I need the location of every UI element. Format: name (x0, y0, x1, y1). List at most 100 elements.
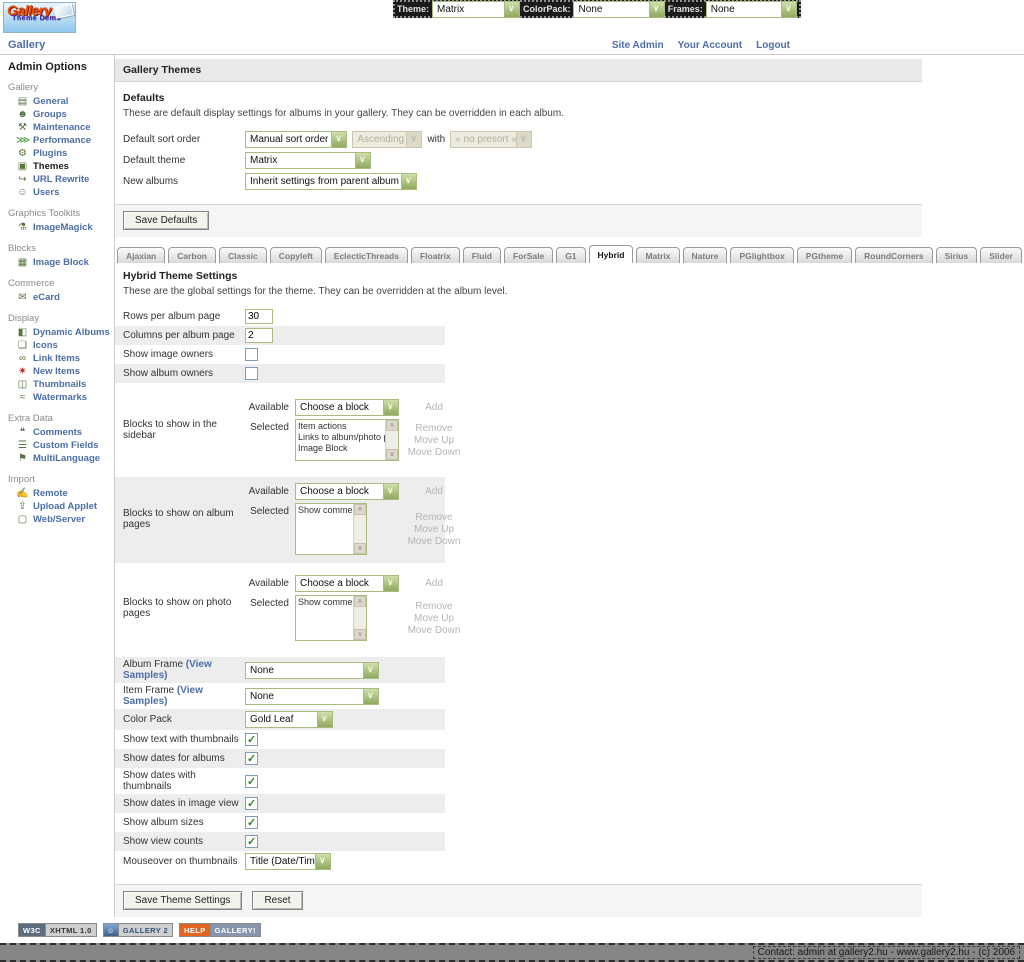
album-selected-listbox[interactable]: Show comments ∧∨ (295, 503, 367, 555)
sidebar-item-dynamic-albums[interactable]: ◧Dynamic Albums (8, 326, 114, 339)
photo-selected-listbox[interactable]: Show comments ∧∨ (295, 595, 367, 641)
show-text-thumbnails-checkbox[interactable] (245, 733, 258, 746)
sidebar-item-web-server[interactable]: ▢Web/Server (8, 513, 114, 526)
sidebar-item-watermarks[interactable]: ≈Watermarks (8, 391, 114, 404)
tab-g1[interactable]: G1 (556, 247, 585, 263)
show-album-sizes-checkbox[interactable] (245, 816, 258, 829)
defaults-button-strip: Save Defaults (115, 204, 922, 237)
defaults-title: Defaults (123, 92, 922, 104)
tab-sirius[interactable]: Sirius (936, 247, 978, 263)
tab-ajaxian[interactable]: Ajaxian (117, 247, 165, 263)
show-album-owners-checkbox[interactable] (245, 367, 258, 380)
tab-slider[interactable]: Slider (980, 247, 1022, 263)
tab-floatrix[interactable]: Floatrix (411, 247, 460, 263)
item-frame-select[interactable]: None (245, 688, 379, 705)
tab-matrix[interactable]: Matrix (636, 247, 679, 263)
sidebar-item-icons[interactable]: ❏Icons (8, 339, 114, 352)
show-dates-image-view-checkbox[interactable] (245, 797, 258, 810)
save-defaults-button[interactable]: Save Defaults (123, 211, 209, 230)
sidebar-item-themes[interactable]: ▣Themes (8, 160, 114, 173)
presort-select: « no presort » (450, 131, 532, 148)
cols-per-page-input[interactable] (245, 328, 273, 343)
your-account-link[interactable]: Your Account (678, 40, 742, 51)
sidebar-item-upload-applet[interactable]: ⇪Upload Applet (8, 500, 114, 513)
show-image-owners-checkbox[interactable] (245, 348, 258, 361)
show-album-sizes-row: Show album sizes (115, 813, 445, 832)
mouseover-thumbnails-select[interactable]: Title (Date/Time) (245, 853, 331, 870)
plugins-icon: ⚙ (16, 148, 29, 159)
sidebar-item-general[interactable]: ▤General (8, 95, 114, 108)
default-theme-row: Default theme Matrix (115, 150, 445, 171)
album-frame-select[interactable]: None (245, 662, 379, 679)
listbox-scrollbar[interactable]: ∧∨ (385, 420, 398, 460)
scroll-up-icon[interactable]: ∧ (354, 504, 366, 515)
sidebar-item-new-items[interactable]: ✷New Items (8, 365, 114, 378)
scroll-down-icon[interactable]: ∨ (386, 449, 398, 460)
album-frame-row: Album Frame (View Samples) None (115, 657, 445, 683)
contact-link[interactable]: Contact: admin at gallery2.hu - www.gall… (753, 946, 1020, 959)
sidebar-item-imagemagick[interactable]: ⚗ImageMagick (8, 221, 114, 234)
default-theme-select[interactable]: Matrix (245, 152, 371, 169)
sidebar-item-groups[interactable]: ☻Groups (8, 108, 114, 121)
tab-copyleft[interactable]: Copyleft (270, 247, 322, 263)
sidebar-available-select[interactable]: Choose a block (295, 399, 399, 416)
sidebar-remove-action: Remove (405, 423, 463, 434)
sidebar-move-down-action: Move Down (405, 447, 463, 458)
tab-nature[interactable]: Nature (683, 247, 728, 263)
photo-available-select[interactable]: Choose a block (295, 575, 399, 592)
tab-classic[interactable]: Classic (219, 247, 267, 263)
default-sort-order-select[interactable]: Manual sort order (245, 131, 347, 148)
sidebar-item-remote[interactable]: ✍Remote (8, 487, 114, 500)
sidebar-item-users[interactable]: ☺Users (8, 186, 114, 199)
tab-carbon[interactable]: Carbon (168, 247, 216, 263)
show-dates-thumbnails-checkbox[interactable] (245, 775, 258, 788)
show-dates-albums-checkbox[interactable] (245, 752, 258, 765)
new-albums-label: New albums (123, 176, 245, 187)
sidebar-item-thumbnails[interactable]: ◫Thumbnails (8, 378, 114, 391)
save-theme-settings-button[interactable]: Save Theme Settings (123, 891, 242, 910)
tab-roundcorners[interactable]: RoundCorners (855, 247, 933, 263)
sidebar-item-ecard[interactable]: ✉eCard (8, 291, 114, 304)
scroll-down-icon[interactable]: ∨ (354, 629, 366, 640)
show-view-counts-checkbox[interactable] (245, 835, 258, 848)
section-extra-data: Extra Data (8, 413, 114, 424)
scroll-up-icon[interactable]: ∧ (386, 420, 398, 431)
sidebar-item-plugins[interactable]: ⚙Plugins (8, 147, 114, 160)
sidebar-item-comments[interactable]: ❝Comments (8, 426, 114, 439)
color-pack-select[interactable]: Gold Leaf (245, 711, 333, 728)
image-block-icon: ▦ (16, 257, 29, 268)
watermarks-icon: ≈ (16, 392, 29, 403)
listbox-scrollbar[interactable]: ∧∨ (353, 504, 366, 554)
album-available-select[interactable]: Choose a block (295, 483, 399, 500)
tab-eclecticthreads[interactable]: EclecticThreads (325, 247, 408, 263)
section-blocks: Blocks (8, 243, 114, 254)
rows-per-page-input[interactable] (245, 309, 273, 324)
new-albums-select[interactable]: Inherit settings from parent album (245, 173, 417, 190)
gallery2-badge[interactable]: ☺GALLERY 2 (103, 923, 173, 937)
tab-pgtheme[interactable]: PGtheme (797, 247, 852, 263)
listbox-scrollbar[interactable]: ∧∨ (353, 596, 366, 640)
scroll-down-icon[interactable]: ∨ (354, 543, 366, 554)
icons-icon: ❏ (16, 340, 29, 351)
reset-button[interactable]: Reset (252, 891, 302, 910)
sidebar-item-url-rewrite[interactable]: ↪URL Rewrite (8, 173, 114, 186)
w3c-xhtml-badge[interactable]: W3CXHTML 1.0 (18, 923, 97, 937)
sidebar-item-link-items[interactable]: ∞Link Items (8, 352, 114, 365)
album-remove-action: Remove (405, 512, 463, 523)
site-admin-link[interactable]: Site Admin (612, 40, 664, 51)
tab-pglightbox[interactable]: PGlightbox (730, 247, 793, 263)
sidebar-item-multilanguage[interactable]: ⚑MultiLanguage (8, 452, 114, 465)
cols-per-page-row: Columns per album page (115, 326, 445, 345)
scroll-up-icon[interactable]: ∧ (354, 596, 366, 607)
tab-fluid[interactable]: Fluid (463, 247, 501, 263)
breadcrumb[interactable]: Gallery (8, 39, 45, 51)
tab-forsale[interactable]: ForSale (504, 247, 553, 263)
sidebar-item-custom-fields[interactable]: ☰Custom Fields (8, 439, 114, 452)
sidebar-selected-listbox[interactable]: Item actions Links to album/photo peers … (295, 419, 399, 461)
tab-hybrid[interactable]: Hybrid (589, 245, 634, 263)
sidebar-item-performance[interactable]: ⋙Performance (8, 134, 114, 147)
sidebar-item-image-block[interactable]: ▦Image Block (8, 256, 114, 269)
sidebar-item-maintenance[interactable]: ⚒Maintenance (8, 121, 114, 134)
logout-link[interactable]: Logout (756, 40, 790, 51)
help-gallery-badge[interactable]: HELPGALLERY! (179, 923, 261, 937)
